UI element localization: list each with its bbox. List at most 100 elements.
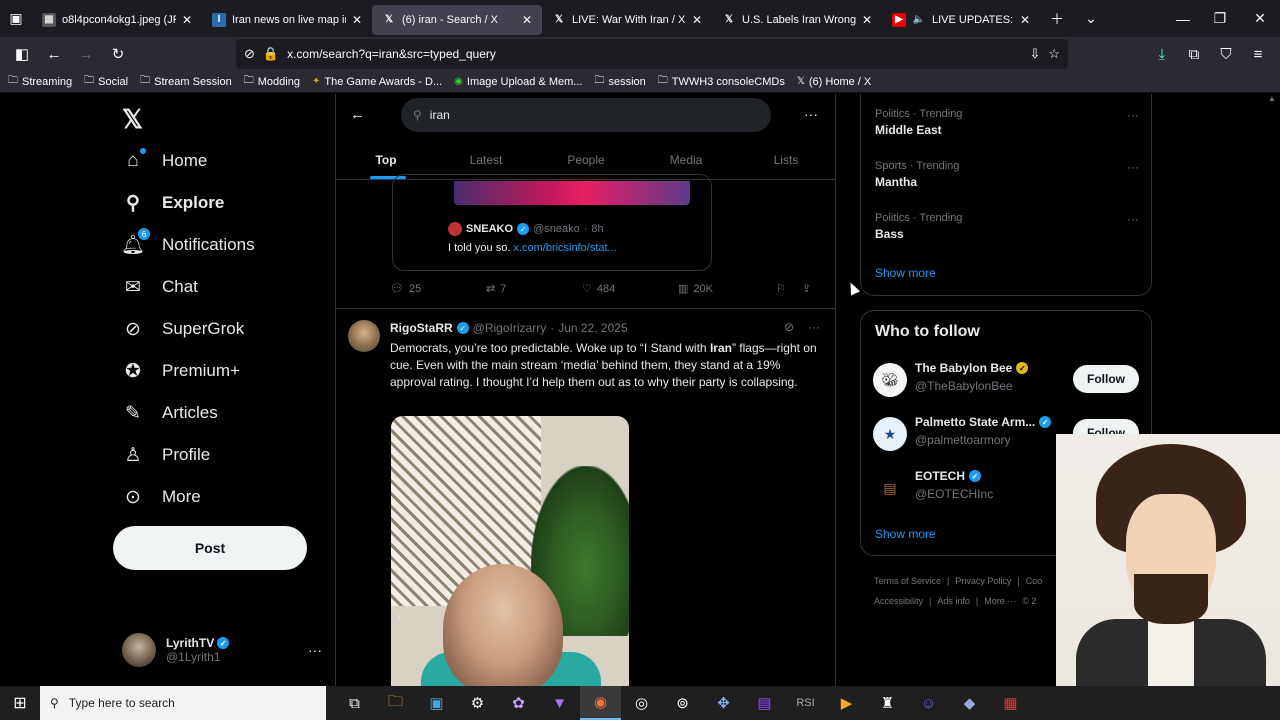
nav-articles[interactable]: ✎ Articles xyxy=(122,402,218,424)
tab-lists[interactable]: Lists xyxy=(736,140,836,179)
app-icon[interactable]: ▶ xyxy=(826,686,867,720)
url-bar[interactable]: ⊘ 🔒 x.com/search?q=iran&src=typed_query … xyxy=(236,39,1068,69)
trend-item[interactable]: Sports · Trending Mantha ··· xyxy=(875,160,1145,189)
quoted-media[interactable] xyxy=(454,181,690,205)
lock-icon[interactable]: 🔒 xyxy=(263,46,279,62)
file-explorer-icon[interactable]: 🗀 xyxy=(375,686,416,720)
close-icon[interactable]: ✕ xyxy=(1020,13,1032,27)
browser-tab[interactable]: 𝕏 LIVE: War With Iran / X ✕ xyxy=(542,5,712,35)
bookmark-item[interactable]: 🗀 TWWH3 consoleCMDs xyxy=(658,73,785,90)
twitch-icon[interactable]: ▤ xyxy=(744,686,785,720)
permissions-icon[interactable]: ⊘ xyxy=(244,46,255,62)
views-button[interactable]: ▥ 20K xyxy=(678,282,776,296)
menu-icon[interactable]: ≡ xyxy=(1244,40,1272,68)
nav-premium[interactable]: ✪ Premium+ xyxy=(122,360,240,382)
speaker-icon[interactable]: 🔈 xyxy=(912,13,926,27)
follow-show-more[interactable]: Show more xyxy=(875,527,936,541)
avatar[interactable] xyxy=(348,320,380,352)
bookmark-item[interactable]: ◉ Image Upload & Mem... xyxy=(454,76,582,88)
bookmark-button[interactable]: ⚐ xyxy=(776,282,802,295)
nav-supergrok[interactable]: ⊘ SuperGrok xyxy=(122,318,244,340)
like-button[interactable]: ♡ 484 xyxy=(582,282,678,296)
bookmark-item[interactable]: 🗀 session xyxy=(594,73,645,90)
more-icon[interactable]: ··· xyxy=(1127,108,1139,122)
app-icon[interactable]: ✿ xyxy=(498,686,539,720)
steam-icon[interactable]: ◎ xyxy=(621,686,662,720)
reload-icon[interactable]: ↻ xyxy=(104,40,132,68)
nav-chat[interactable]: ✉ Chat xyxy=(122,276,198,298)
account-switcher[interactable]: LyrithTV ✓ @1Lyrith1 ··· xyxy=(122,630,322,670)
store-icon[interactable]: ▣ xyxy=(416,686,457,720)
more-icon[interactable]: ··· xyxy=(1127,212,1139,226)
author-name[interactable]: RigoStaRR xyxy=(390,321,453,335)
post-button[interactable]: Post xyxy=(113,526,307,570)
trend-item[interactable]: Politics · Trending Bass ··· xyxy=(875,212,1145,241)
search-query[interactable]: iran xyxy=(430,108,450,122)
browser-tab[interactable]: ▦ o8l4pcon4okg1.jpeg (JPEG Imag ✕ xyxy=(32,5,202,35)
repost-button[interactable]: ⇄ 7 xyxy=(486,282,582,296)
more-icon[interactable]: ··· xyxy=(1127,160,1139,174)
author-handle[interactable]: @RigoIrizarry xyxy=(473,321,547,335)
more-icon[interactable]: ··· xyxy=(308,642,322,658)
rsi-icon[interactable]: RSI xyxy=(785,686,826,720)
tab-list-icon[interactable]: ▣ xyxy=(0,0,32,37)
close-icon[interactable]: ✕ xyxy=(182,13,194,27)
taskbar-search-placeholder[interactable]: Type here to search xyxy=(69,696,175,710)
install-icon[interactable]: ⇩ xyxy=(1029,46,1040,62)
bookmark-item[interactable]: 🗀 Stream Session xyxy=(140,73,232,90)
browser-tab[interactable]: 𝕏 U.S. Labels Iran Wrongful De ✕ xyxy=(712,5,882,35)
close-icon[interactable]: ✕ xyxy=(692,13,704,27)
app-icon[interactable]: ♜ xyxy=(867,686,908,720)
restore-icon[interactable]: ❐ xyxy=(1200,0,1240,37)
footer-link[interactable]: Terms of Service xyxy=(874,576,941,586)
window-close-icon[interactable]: ✕ xyxy=(1240,0,1280,37)
search-input[interactable]: ⚲ iran xyxy=(401,98,771,132)
forward-icon[interactable]: → xyxy=(72,40,100,68)
discord-icon[interactable]: ☺ xyxy=(908,686,949,720)
footer-link[interactable]: More ··· xyxy=(984,596,1016,606)
quoted-link[interactable]: x.com/bricsinfo/stat... xyxy=(513,242,616,254)
footer-link[interactable]: Ads info xyxy=(937,596,970,606)
tweet-video[interactable]: ♪ xyxy=(391,416,629,686)
trends-show-more[interactable]: Show more xyxy=(875,266,936,280)
app-icon[interactable]: ⚙ xyxy=(457,686,498,720)
bookmark-item[interactable]: 🗀 Social xyxy=(84,73,128,90)
extensions-icon[interactable]: ⧉ xyxy=(1180,40,1208,68)
close-icon[interactable]: ✕ xyxy=(862,13,874,27)
follow-button[interactable]: Follow xyxy=(1073,365,1139,393)
back-icon[interactable]: ← xyxy=(40,40,68,68)
sidebar-toggle-icon[interactable]: ◧ xyxy=(8,40,36,68)
taskbar-search[interactable]: ⚲ Type here to search xyxy=(40,686,326,720)
task-view-icon[interactable]: ⧉ xyxy=(334,686,375,720)
vpn-icon[interactable]: ▼ xyxy=(539,686,580,720)
footer-link[interactable]: Accessibility xyxy=(874,596,923,606)
more-icon[interactable]: ··· xyxy=(804,106,818,122)
bookmark-item[interactable]: 𝕏 (6) Home / X xyxy=(797,76,871,88)
nav-profile[interactable]: ♙ Profile xyxy=(122,444,210,466)
scroll-up-icon[interactable]: ▲ xyxy=(1268,94,1276,103)
browser-tab-active[interactable]: 𝕏 (6) iran - Search / X ✕ xyxy=(372,4,542,35)
footer-link[interactable]: Privacy Policy xyxy=(955,576,1011,586)
footer-link[interactable]: Coo xyxy=(1026,576,1043,586)
nav-more[interactable]: ⊙ More xyxy=(122,486,201,508)
follow-suggestion[interactable]: 🐝︎ The Babylon Bee ✓ @TheBabylonBee Follo… xyxy=(873,361,1143,401)
close-icon[interactable]: ✕ xyxy=(522,13,534,27)
downloads-icon[interactable]: ⤓ xyxy=(1148,40,1176,68)
chevron-down-icon[interactable]: ⌄ xyxy=(1074,0,1108,37)
minimize-icon[interactable]: — xyxy=(1166,0,1200,37)
bookmark-item[interactable]: 🗀 Modding xyxy=(244,73,300,90)
bookmark-item[interactable]: 🗀 Streaming xyxy=(8,73,72,90)
grok-icon[interactable]: ⊘ xyxy=(784,320,794,334)
share-button[interactable]: ⇪ xyxy=(802,282,811,295)
windows-start-icon[interactable]: ⊞ xyxy=(0,686,40,720)
trend-item[interactable]: Politics · Trending Middle East ··· xyxy=(875,108,1145,137)
app-icon[interactable]: ▦ xyxy=(990,686,1031,720)
nav-explore[interactable]: ⚲ Explore xyxy=(122,192,224,214)
close-icon[interactable]: ✕ xyxy=(352,13,364,27)
shield-icon[interactable]: ⛉ xyxy=(1212,40,1240,68)
browser-tab[interactable]: I Iran news on live map in Eng ✕ xyxy=(202,5,372,35)
tweet-date[interactable]: Jun 22, 2025 xyxy=(558,321,627,335)
bookmark-star-icon[interactable]: ☆ xyxy=(1048,46,1060,62)
reply-button[interactable]: 💬︎ 25 xyxy=(390,282,486,296)
browser-tab[interactable]: ▶ 🔈 LIVE UPDATES: US attac ✕ xyxy=(882,5,1040,35)
